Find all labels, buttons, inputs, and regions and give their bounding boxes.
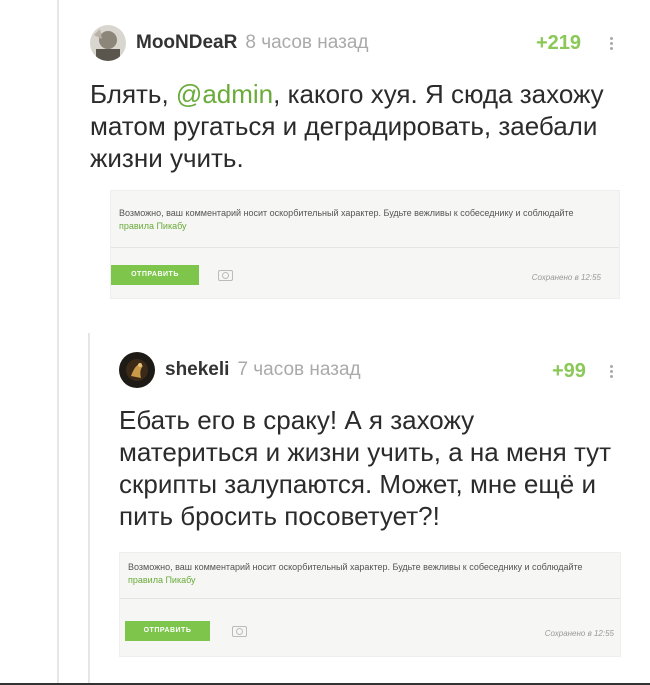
warning-message: Возможно, ваш комментарий носит оскорбит…	[119, 207, 579, 233]
mention-link[interactable]: @admin	[176, 79, 273, 109]
rules-link[interactable]: правила Пикабу	[119, 221, 187, 231]
more-icon[interactable]	[610, 35, 614, 52]
send-button[interactable]: ОТПРАВИТЬ	[111, 265, 199, 285]
more-icon[interactable]	[610, 363, 614, 380]
rating: +219	[536, 32, 582, 54]
comment-text: Ебать его в сраку! А я захожу материться…	[119, 405, 612, 531]
saved-status: Сохранено в 12:55	[531, 273, 601, 282]
comment-header: shekeli 7 часов назад	[119, 352, 361, 388]
divider	[120, 598, 620, 599]
divider	[111, 247, 619, 248]
reply-panel: Возможно, ваш комментарий носит оскорбит…	[119, 552, 621, 657]
timestamp[interactable]: 8 часов назад	[245, 32, 368, 54]
comment: shekeli 7 часов назад +99 Ебать его в ср…	[0, 330, 650, 685]
send-button[interactable]: ОТПРАВИТЬ	[125, 621, 210, 641]
warning-text: Возможно, ваш комментарий носит оскорбит…	[119, 208, 574, 218]
avatar[interactable]	[90, 25, 126, 61]
warning-text: Возможно, ваш комментарий носит оскорбит…	[128, 562, 583, 572]
comment: MooNDeaR 8 часов назад +219 Блять, @admi…	[0, 0, 650, 330]
comment-text: Блять, @admin, какого хуя. Я сюда захожу…	[90, 78, 610, 174]
rating: +99	[552, 360, 586, 382]
reply-panel: Возможно, ваш комментарий носит оскорбит…	[110, 190, 620, 299]
saved-status: Сохранено в 12:55	[544, 629, 614, 638]
username[interactable]: MooNDeaR	[136, 32, 237, 54]
timestamp[interactable]: 7 часов назад	[237, 359, 360, 381]
rules-link[interactable]: правила Пикабу	[128, 575, 196, 585]
avatar[interactable]	[119, 352, 155, 388]
camera-icon[interactable]	[232, 626, 247, 637]
username[interactable]: shekeli	[165, 359, 229, 381]
camera-icon[interactable]	[218, 270, 233, 281]
comment-text-start: Блять,	[90, 79, 176, 109]
comment-header: MooNDeaR 8 часов назад	[90, 25, 369, 61]
warning-message: Возможно, ваш комментарий носит оскорбит…	[128, 561, 588, 587]
